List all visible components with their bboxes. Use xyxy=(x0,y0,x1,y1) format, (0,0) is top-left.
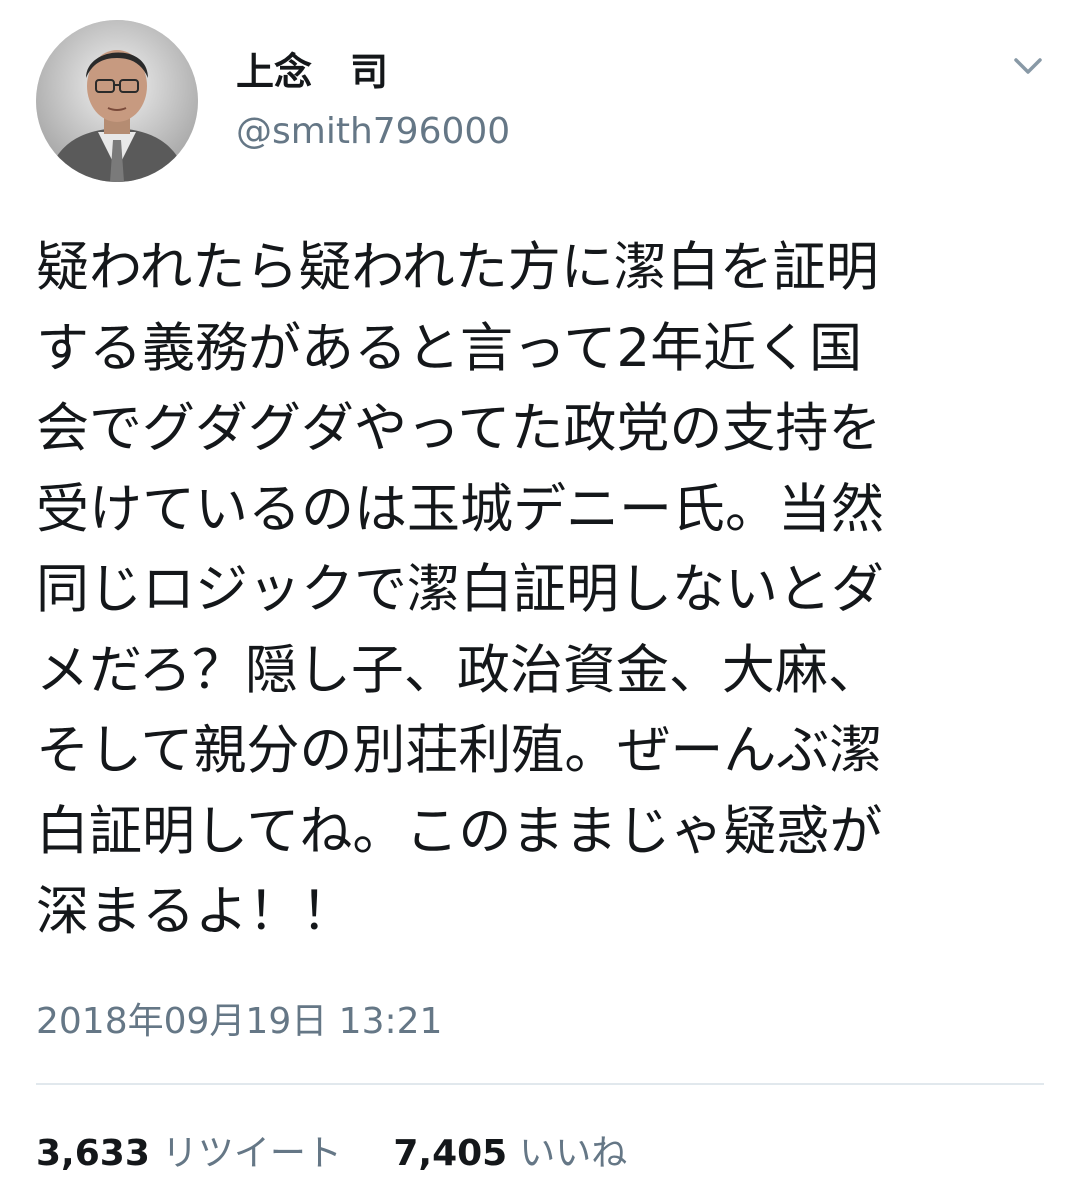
likes-count: 7,405 xyxy=(393,1133,508,1174)
tweet-menu-button[interactable] xyxy=(1006,50,1050,82)
tweet-text-line: 白証明してね。このままじゃ疑惑が xyxy=(36,800,883,862)
user-avatar-photo xyxy=(36,20,198,182)
tweet-text-line: 疑われたら疑われた方に潔白を証明 xyxy=(36,237,879,298)
tweet-text-line: 受けているのは玉城デニー氏。当然 xyxy=(36,478,884,540)
tweet-timestamp[interactable]: 2018年09月19日 13:21 xyxy=(36,1000,442,1044)
avatar[interactable] xyxy=(36,20,198,182)
tweet-text-line: 同じロジックで潔白証明しないとダ xyxy=(36,559,884,620)
tweet-text-line: そして親分の別荘利殖。ぜーんぶ潔 xyxy=(36,720,883,781)
retweets-stat[interactable]: 3,633 リツイート xyxy=(36,1132,342,1176)
tweet-text-line: 会でグダグダやってた政党の支持を xyxy=(36,398,882,459)
tweet-text-line: する義務があると言って2年近く国 xyxy=(36,317,863,379)
tweet-text: 疑われたら疑われた方に潔白を証明 する義務があると言って2年近く国 会でグダグダ… xyxy=(36,228,1056,953)
user-handle[interactable]: @smith796000 xyxy=(236,108,510,156)
chevron-down-icon xyxy=(1014,58,1042,74)
retweets-count: 3,633 xyxy=(36,1133,150,1174)
tweet-detail: 上念 司 @smith796000 疑われたら疑われた方に潔白を証明 する義務が… xyxy=(0,0,1080,1194)
tweet-text-line: 深まるよ！！ xyxy=(36,881,354,942)
tweet-text-line: メだろ？隠し子、政治資金、大麻、 xyxy=(36,639,881,701)
likes-label: いいね xyxy=(519,1133,628,1174)
retweets-label: リツイート xyxy=(161,1133,342,1174)
likes-stat[interactable]: 7,405 いいね xyxy=(393,1132,627,1176)
display-name[interactable]: 上念 司 xyxy=(236,48,388,96)
divider xyxy=(36,1083,1044,1085)
tweet-stats: 3,633 リツイート 7,405 いいね xyxy=(36,1132,627,1176)
